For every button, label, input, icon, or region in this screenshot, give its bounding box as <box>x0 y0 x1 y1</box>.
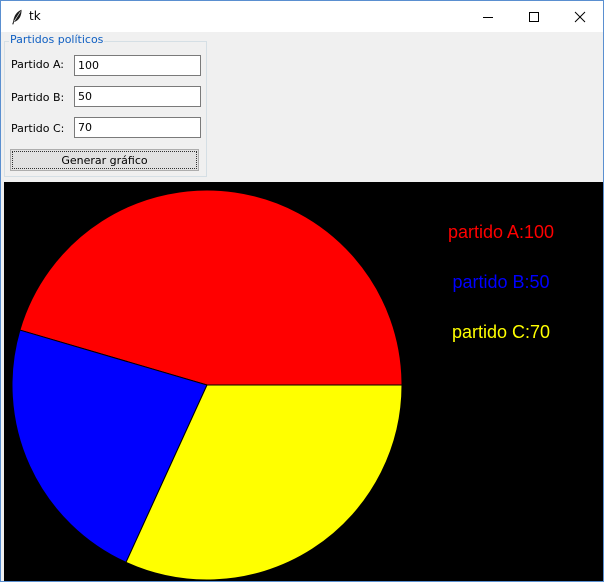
close-icon <box>574 11 586 23</box>
feather-icon <box>12 9 22 25</box>
party-a-input[interactable]: 100 <box>74 55 201 76</box>
legend-item-3: partido C:70 <box>452 322 550 342</box>
maximize-button[interactable] <box>511 1 557 32</box>
party-a-label: Partido A: <box>11 58 65 71</box>
close-button[interactable] <box>557 1 603 32</box>
legend-item-2: partido B:50 <box>452 272 549 292</box>
window-title: tk <box>29 9 41 23</box>
party-c-input[interactable]: 70 <box>74 117 201 138</box>
generate-chart-button[interactable]: Generar gráfico <box>10 149 199 171</box>
party-b-input[interactable]: 50 <box>74 86 201 107</box>
party-c-label: Partido C: <box>11 122 65 135</box>
party-b-label: Partido B: <box>11 91 65 104</box>
app-window: tk Partidos políticos Partido A: 100 Par… <box>0 0 604 582</box>
pie-chart: partido A:100 partido B:50 partido C:70 <box>11 189 554 581</box>
chart-canvas: partido A:100 partido B:50 partido C:70 <box>4 182 603 581</box>
maximize-icon <box>529 12 539 22</box>
title-bar[interactable]: tk <box>1 1 603 32</box>
minimize-button[interactable] <box>465 1 511 32</box>
groupbox-title: Partidos políticos <box>9 33 105 46</box>
minimize-icon <box>483 17 493 18</box>
generate-chart-label: Generar gráfico <box>12 151 197 169</box>
legend-item-1: partido A:100 <box>448 222 554 242</box>
